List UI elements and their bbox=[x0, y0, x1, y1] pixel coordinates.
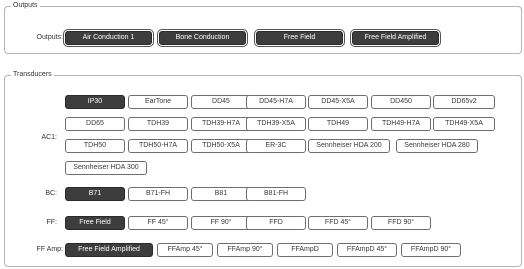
ac1-tdh49-button[interactable]: TDH49 bbox=[308, 117, 368, 131]
ffampd-90-button[interactable]: FFAmpD 90° bbox=[401, 243, 461, 257]
ac1-dd45-x5a-button[interactable]: DD45-X5A bbox=[308, 95, 368, 109]
ffd-90-button[interactable]: FFD 90° bbox=[371, 216, 431, 230]
bc-b71-button[interactable]: B71 bbox=[65, 187, 125, 201]
ffamp-label: FF Amp: bbox=[36, 246, 63, 253]
ac1-eartone-button[interactable]: EarTone bbox=[128, 95, 188, 109]
output-free-field-button[interactable]: Free Field bbox=[256, 31, 343, 45]
ac1-tdh49-x5a-button[interactable]: TDH49-X5A bbox=[433, 117, 495, 131]
bc-b71-fh-button[interactable]: B71-FH bbox=[128, 187, 188, 201]
bc-b81-button[interactable]: B81 bbox=[191, 187, 251, 201]
ffd-45-button[interactable]: FFD 45° bbox=[308, 216, 368, 230]
bc-b81-fh-button[interactable]: B81-FH bbox=[246, 187, 306, 201]
ac1-sennheiser-hda-280-button[interactable]: Sennheiser HDA 280 bbox=[396, 139, 478, 153]
ffamp-free-field-amplified-button[interactable]: Free Field Amplified bbox=[65, 243, 153, 257]
ac1-sennheiser-hda-300-button[interactable]: Sennheiser HDA 300 bbox=[65, 161, 147, 175]
ac1-ip30-button[interactable]: IP30 bbox=[65, 95, 125, 109]
outputs-legend: Outputs bbox=[11, 0, 40, 12]
transducers-legend: Transducers bbox=[11, 69, 54, 81]
outputs-group: Outputs Outputs: Air Conduction 1 Bone C… bbox=[4, 0, 522, 54]
ffampd-button[interactable]: FFAmpD bbox=[277, 243, 333, 257]
ac1-dd45-button[interactable]: DD45 bbox=[191, 95, 251, 109]
ffamp-45-button[interactable]: FFAmp 45° bbox=[157, 243, 213, 257]
ac1-er-3c-button[interactable]: ER-3C bbox=[246, 139, 306, 153]
ac1-tdh39-x5a-button[interactable]: TDH39-X5A bbox=[246, 117, 306, 131]
bc-label: BC: bbox=[45, 190, 57, 197]
ac1-dd450-button[interactable]: DD450 bbox=[371, 95, 431, 109]
ffamp-90-button[interactable]: FFAmp 90° bbox=[217, 243, 273, 257]
ff-label: FF: bbox=[46, 219, 58, 226]
ff-45-button[interactable]: FF 45° bbox=[128, 216, 188, 230]
ffampd-45-button[interactable]: FFAmpD 45° bbox=[337, 243, 397, 257]
transducers-group: Transducers AC1: IP30 EarTone DD45 DD45-… bbox=[4, 69, 522, 267]
ac1-tdh50-h7a-button[interactable]: TDH50-H7A bbox=[128, 139, 188, 153]
ff-90-button[interactable]: FF 90° bbox=[191, 216, 251, 230]
output-bone-conduction-button[interactable]: Bone Conduction bbox=[159, 31, 246, 45]
ac1-tdh50-button[interactable]: TDH50 bbox=[65, 139, 125, 153]
ac1-sennheiser-hda-200-button[interactable]: Sennheiser HDA 200 bbox=[308, 139, 390, 153]
ac1-dd65v2-button[interactable]: DD65v2 bbox=[433, 95, 495, 109]
ac1-tdh39-button[interactable]: TDH39 bbox=[128, 117, 188, 131]
ac1-tdh49-h7a-button[interactable]: TDH49-H7A bbox=[371, 117, 431, 131]
output-air-conduction-1-button[interactable]: Air Conduction 1 bbox=[65, 31, 152, 45]
ac1-label: AC1: bbox=[41, 134, 57, 141]
ffd-button[interactable]: FFD bbox=[246, 216, 306, 230]
ac1-tdh39-h7a-button[interactable]: TDH39-H7A bbox=[191, 117, 251, 131]
ff-free-field-button[interactable]: Free Field bbox=[65, 216, 125, 230]
output-free-field-amplified-button[interactable]: Free Field Amplified bbox=[352, 31, 439, 45]
ac1-tdh50-x5a-button[interactable]: TDH50-X5A bbox=[191, 139, 251, 153]
outputs-row-label: Outputs: bbox=[36, 34, 63, 41]
ac1-dd65-button[interactable]: DD65 bbox=[65, 117, 125, 131]
ac1-dd45-h7a-button[interactable]: DD45-H7A bbox=[246, 95, 306, 109]
